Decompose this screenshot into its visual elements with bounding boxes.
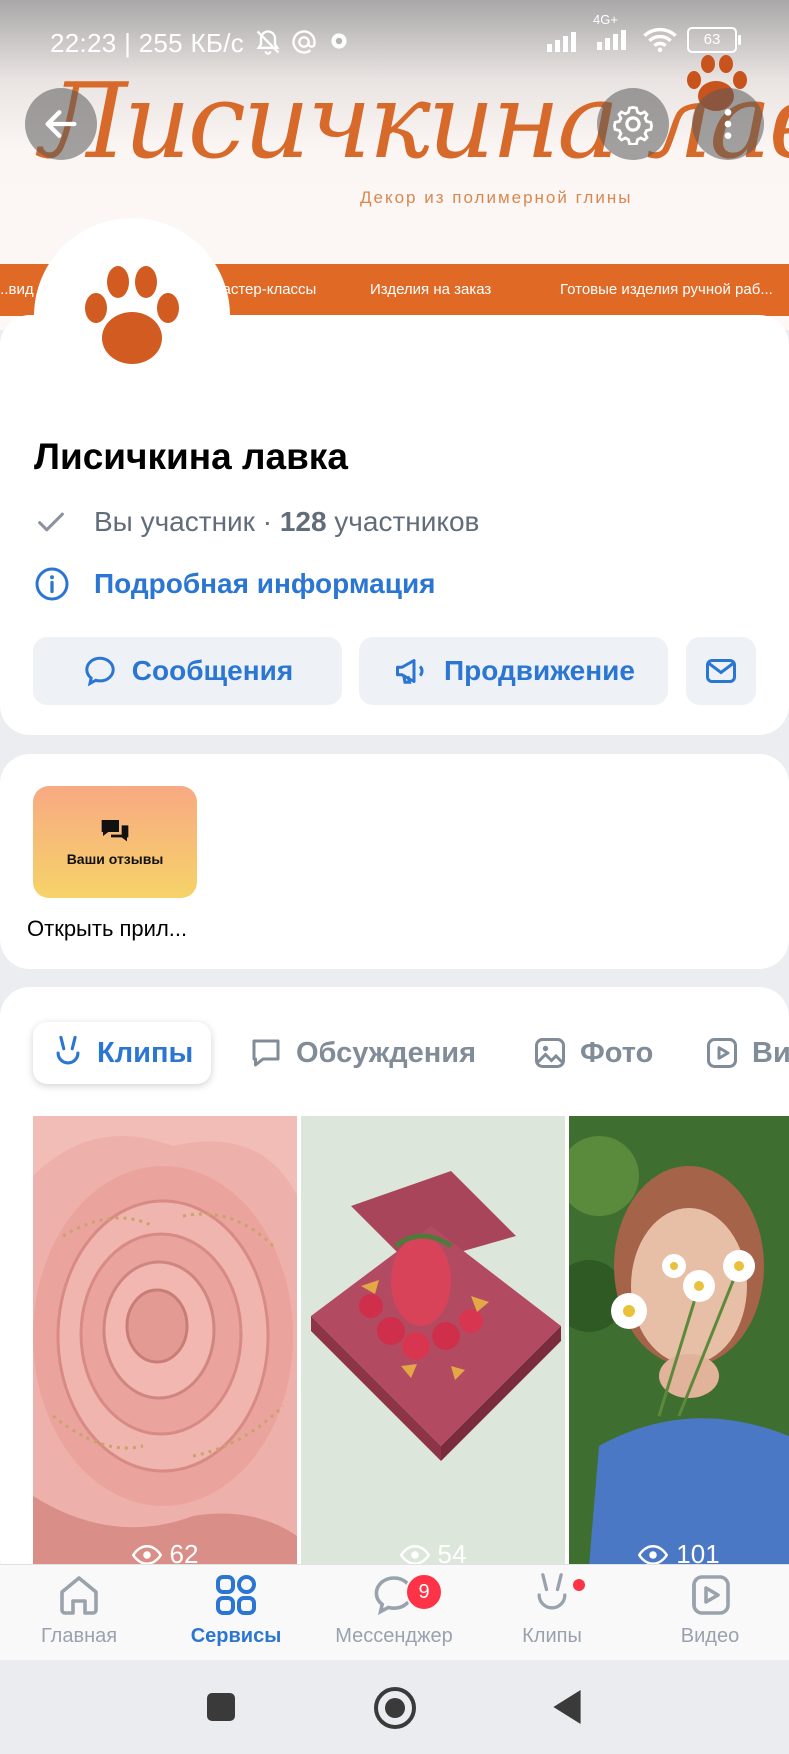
member-count: 128 (279, 506, 327, 537)
nav-label: Клипы (522, 1625, 582, 1647)
clips-icon (56, 1035, 80, 1065)
new-content-dot (573, 1579, 585, 1591)
clip-views-count: 54 (437, 1539, 467, 1566)
nav-services[interactable]: Сервисы (161, 1571, 311, 1659)
tab-label: Фото (580, 1036, 654, 1069)
tab-label: Обсуждения (296, 1036, 477, 1069)
group-title: Лисичкина лавка (34, 436, 348, 477)
promotion-button-label: Продвижение (444, 655, 635, 686)
details-link-label: Подробная информация (94, 568, 436, 599)
mail-button[interactable] (686, 637, 756, 705)
nav-clips[interactable]: Клипы (477, 1571, 627, 1659)
member-status-text: Вы участник · (94, 506, 280, 537)
chat-bubbles-icon (101, 820, 129, 842)
gear-icon (613, 105, 653, 145)
cover-menu-item: Готовые изделия ручной раб... (560, 281, 773, 298)
photo-icon (535, 1038, 565, 1068)
megaphone-icon (396, 659, 424, 684)
mail-icon (706, 659, 736, 683)
more-vertical-icon (724, 109, 732, 139)
video-nav-icon (692, 1575, 730, 1615)
clip-thumbnail[interactable]: 54 (301, 1116, 565, 1566)
home-icon (60, 1576, 98, 1615)
clips-nav-icon (537, 1573, 567, 1610)
nav-label: Видео (680, 1625, 740, 1647)
clip-views: 101 (569, 1539, 789, 1566)
status-notification-icons (254, 28, 352, 56)
signal-4g: 4G+ (593, 12, 633, 54)
app-tile-label: Ваши отзывы (66, 851, 164, 867)
tab-label: Ви... (752, 1036, 789, 1069)
messages-button[interactable]: Сообщения (33, 637, 342, 705)
tab-discussions[interactable]: Обсуждения (248, 1022, 476, 1084)
nav-home[interactable]: Главная (4, 1571, 154, 1659)
nav-label: Главная (40, 1625, 118, 1647)
nav-label: Мессенджер (335, 1625, 453, 1647)
cover-menu-item: ...вид (0, 281, 34, 298)
tab-label: Клипы (97, 1036, 194, 1069)
back-nav-icon[interactable] (550, 1688, 584, 1726)
group-avatar[interactable] (34, 218, 230, 414)
clip-views: 62 (33, 1539, 297, 1566)
settings-status-icon (331, 33, 347, 49)
network-label: 4G+ (593, 12, 618, 27)
at-icon (292, 30, 316, 54)
cover-logo-text: Лисичкина лавка (40, 60, 789, 182)
bottom-navigation: Главная Сервисы 9 Мессенджер Клипы Видео (0, 1564, 789, 1661)
membership-line[interactable]: Вы участник · 128 участников (34, 505, 479, 539)
cover-menu-item: Изделия на заказ (370, 281, 492, 298)
cover-logo-subtitle: Декор из полимерной глины (360, 188, 633, 207)
signal-icon (547, 32, 576, 52)
eye-icon (399, 1544, 430, 1565)
back-icon (45, 110, 77, 138)
clip-thumbnail[interactable]: 101 (569, 1116, 789, 1566)
discussion-icon (252, 1039, 280, 1067)
home-button-dot (385, 1698, 405, 1718)
video-icon (707, 1038, 737, 1068)
flower-image (33, 1116, 297, 1566)
tab-video[interactable]: Ви... (704, 1022, 789, 1084)
girl-daisies-image (569, 1116, 789, 1566)
wifi-icon (643, 27, 677, 53)
services-icon (216, 1575, 256, 1615)
eye-icon (638, 1544, 669, 1565)
unread-badge: 9 (405, 1573, 443, 1611)
nav-messenger[interactable]: 9 Мессенджер (319, 1571, 469, 1659)
clip-views: 54 (301, 1539, 565, 1566)
info-icon (35, 567, 69, 601)
status-time-speed: 22:23 | 255 КБ/с (50, 28, 245, 58)
eye-icon (131, 1544, 162, 1565)
nav-video[interactable]: Видео (635, 1571, 785, 1659)
promotion-button[interactable]: Продвижение (359, 637, 668, 705)
home-button[interactable] (374, 1687, 416, 1729)
message-bubble-icon (85, 656, 115, 687)
tab-photos[interactable]: Фото (532, 1022, 653, 1084)
raspberry-block-image (301, 1116, 565, 1566)
clip-views-count: 101 (676, 1539, 720, 1566)
member-suffix: участников (326, 506, 480, 537)
tab-clips[interactable]: Клипы (33, 1022, 212, 1084)
details-link[interactable]: Подробная информация (34, 566, 436, 602)
back-button[interactable] (25, 88, 97, 160)
messages-button-label: Сообщения (131, 655, 294, 686)
more-button[interactable] (692, 88, 764, 160)
app-caption[interactable]: Открыть прил... (27, 916, 187, 942)
signal-2-icon (597, 30, 626, 50)
bell-off-icon (256, 30, 280, 55)
paw-avatar-icon (85, 266, 179, 364)
recent-apps-button[interactable] (207, 1693, 235, 1721)
clip-thumbnail[interactable]: 62 (33, 1116, 297, 1566)
settings-button[interactable] (597, 88, 669, 160)
system-navigation-bar (0, 1660, 789, 1754)
nav-label: Сервисы (190, 1625, 282, 1647)
reviews-app-tile[interactable]: Ваши отзывы (33, 786, 197, 898)
checkmark-icon (38, 512, 64, 532)
clip-views-count: 62 (169, 1539, 199, 1566)
